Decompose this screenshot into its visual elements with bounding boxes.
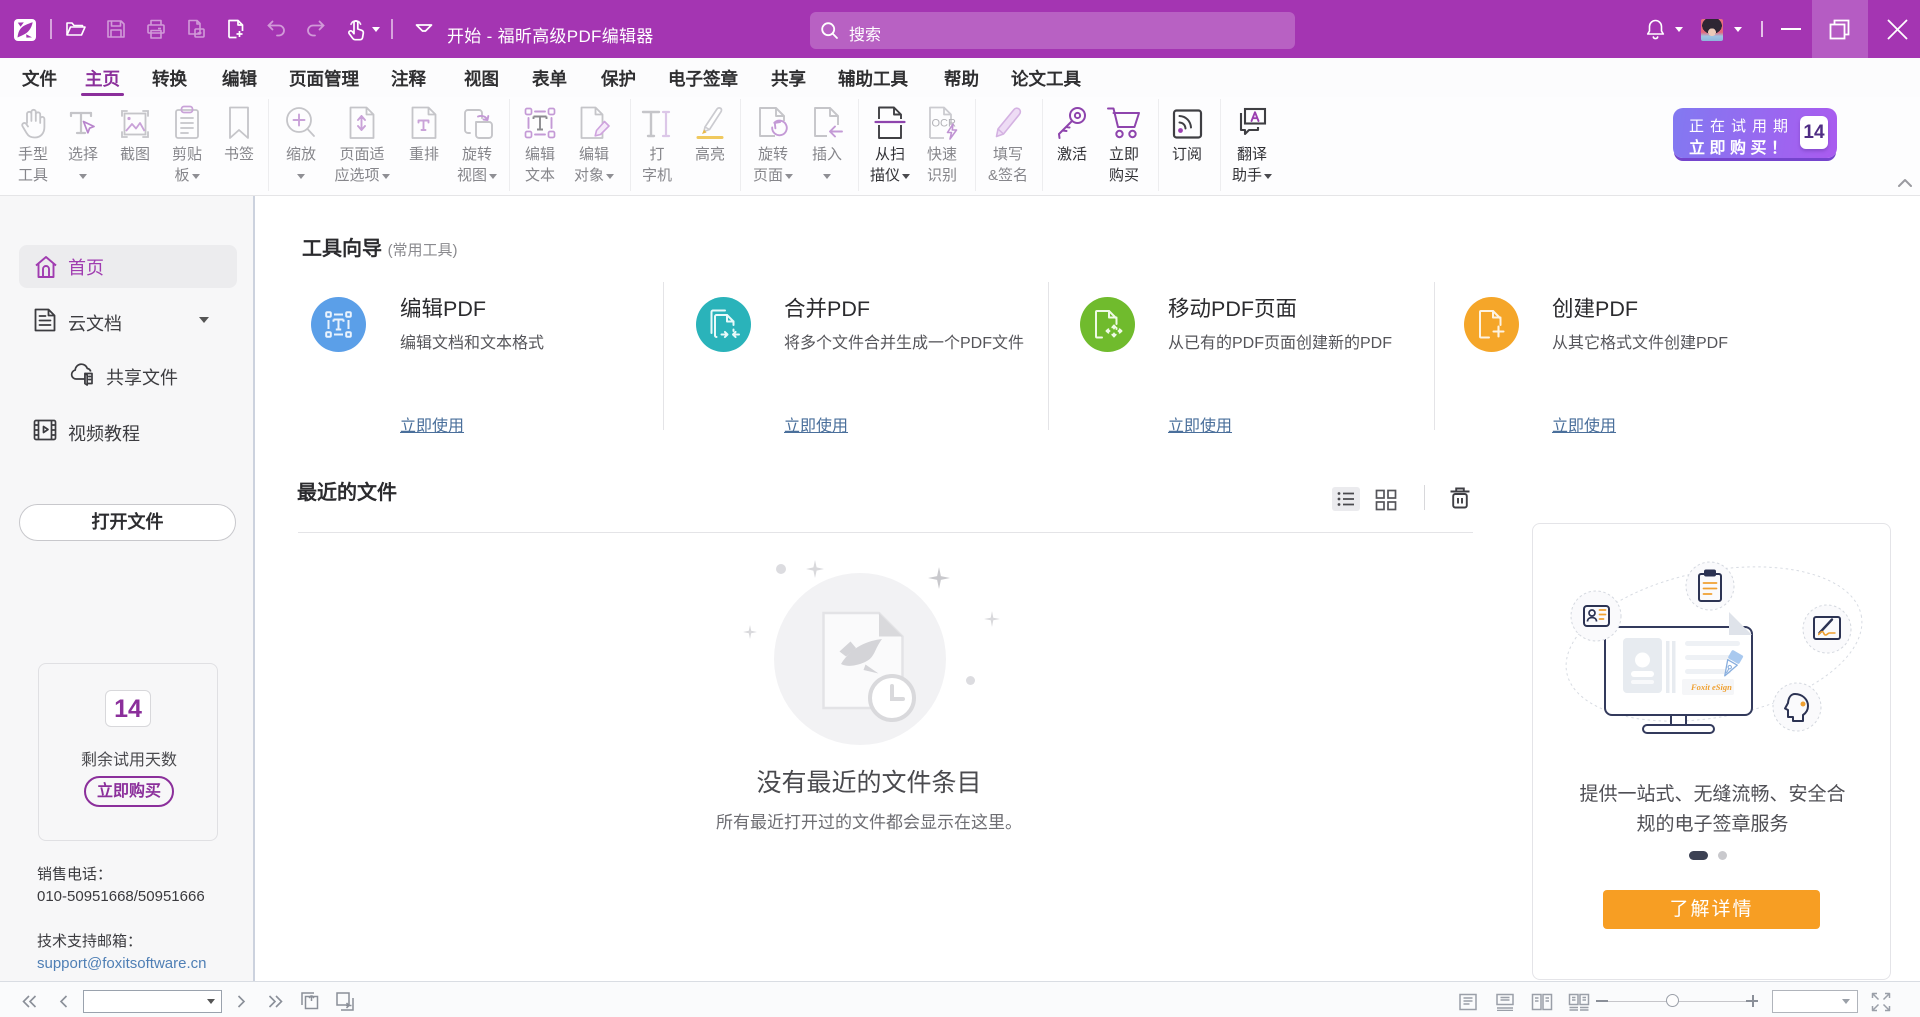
svg-text:Foxit eSign: Foxit eSign xyxy=(1690,682,1732,692)
